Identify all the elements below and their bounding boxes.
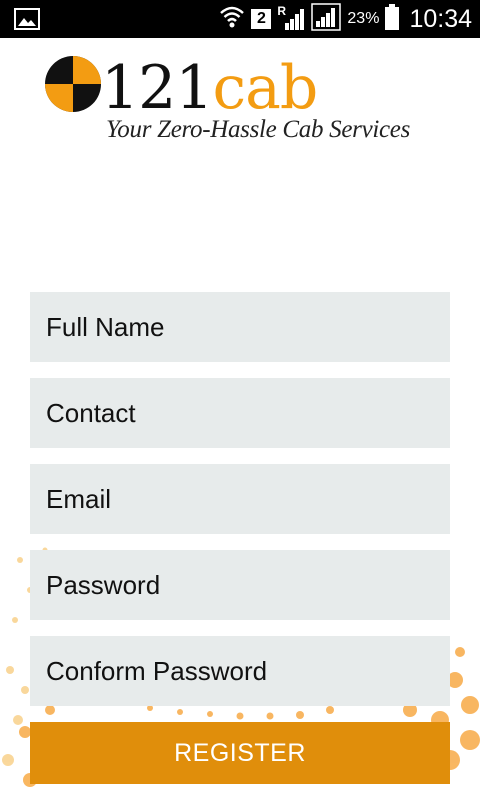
brand-name: 121cab: [101, 52, 319, 124]
sim-2-icon: 2: [251, 9, 272, 29]
brand-name-number: 121: [101, 53, 214, 123]
battery-percent: 23%: [347, 10, 380, 27]
status-bar: 2 R 23% 10:34: [0, 0, 480, 38]
roaming-signal-icon: R: [277, 4, 305, 32]
register-button[interactable]: REGISTER: [30, 722, 450, 784]
contact-input[interactable]: [30, 378, 450, 448]
brand-tagline: Your Zero-Hassle Cab Services: [106, 116, 411, 143]
brand-logo: 121cab Your Zero-Hassle Cab Services: [44, 52, 464, 152]
battery-icon: [385, 4, 400, 34]
clock-time: 10:34: [409, 4, 472, 33]
brand-name-word: cab: [212, 53, 319, 123]
logo-emblem-icon: [45, 56, 101, 112]
image-notification-icon: [14, 8, 40, 34]
password-input[interactable]: [30, 550, 450, 620]
wifi-icon: [219, 4, 245, 34]
confirm-password-input[interactable]: [30, 636, 450, 706]
email-input[interactable]: [30, 464, 450, 534]
full-name-input[interactable]: [30, 292, 450, 362]
signal-icon: [311, 3, 342, 35]
